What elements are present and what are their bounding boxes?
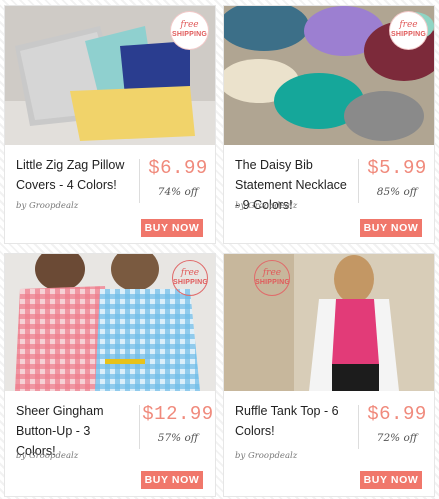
free-shipping-badge: free SHIPPING <box>254 260 290 296</box>
product-card[interactable]: free SHIPPING Little Zig Zag Pillow Cove… <box>5 6 215 243</box>
badge-free-text: free <box>180 268 200 278</box>
badge-free-text: free <box>399 20 418 30</box>
buy-now-button[interactable]: BUY NOW <box>360 219 422 237</box>
discount-label: 74% off <box>157 186 199 198</box>
divider <box>139 405 140 449</box>
product-title[interactable]: Ruffle Tank Top - 6 Colors! <box>235 401 350 441</box>
product-card[interactable]: free SHIPPING Ruffle Tank Top - 6 Colors… <box>224 254 434 496</box>
seller-label: by Groopdealz <box>16 451 79 461</box>
badge-free-text: free <box>180 20 199 30</box>
seller-label: by Groopdealz <box>235 451 298 461</box>
product-price: $6.99 <box>148 157 208 179</box>
buy-now-button[interactable]: BUY NOW <box>360 471 422 489</box>
product-card[interactable]: free SHIPPING Sheer Gingham Button-Up - … <box>5 254 215 496</box>
discount-label: 72% off <box>376 432 418 444</box>
product-title[interactable]: Little Zig Zag Pillow Covers - 4 Colors! <box>16 155 131 195</box>
product-grid: free SHIPPING Little Zig Zag Pillow Cove… <box>0 0 439 499</box>
product-card[interactable]: free SHIPPING The Daisy Bib Statement Ne… <box>224 6 434 243</box>
divider <box>358 405 359 449</box>
badge-shipping-text: SHIPPING <box>171 31 208 38</box>
seller-label: by Groopdealz <box>235 201 298 211</box>
product-image[interactable]: free SHIPPING <box>224 6 434 145</box>
badge-shipping-text: SHIPPING <box>390 31 427 38</box>
product-image[interactable]: free SHIPPING <box>5 254 215 391</box>
badge-shipping-text: SHIPPING <box>255 279 291 286</box>
buy-now-button[interactable]: BUY NOW <box>141 471 203 489</box>
discount-label: 57% off <box>157 432 199 444</box>
divider <box>139 159 140 203</box>
product-image[interactable]: free SHIPPING <box>5 6 215 145</box>
free-shipping-badge: free SHIPPING <box>172 260 208 296</box>
free-shipping-badge: free SHIPPING <box>390 12 427 49</box>
discount-label: 85% off <box>376 186 418 198</box>
badge-free-text: free <box>262 268 282 278</box>
divider <box>358 159 359 203</box>
seller-label: by Groopdealz <box>16 201 79 211</box>
product-price: $12.99 <box>142 403 214 425</box>
product-price: $6.99 <box>367 403 427 425</box>
product-image[interactable]: free SHIPPING <box>224 254 434 391</box>
buy-now-button[interactable]: BUY NOW <box>141 219 203 237</box>
free-shipping-badge: free SHIPPING <box>171 12 208 49</box>
product-price: $5.99 <box>367 157 427 179</box>
badge-shipping-text: SHIPPING <box>173 279 209 286</box>
